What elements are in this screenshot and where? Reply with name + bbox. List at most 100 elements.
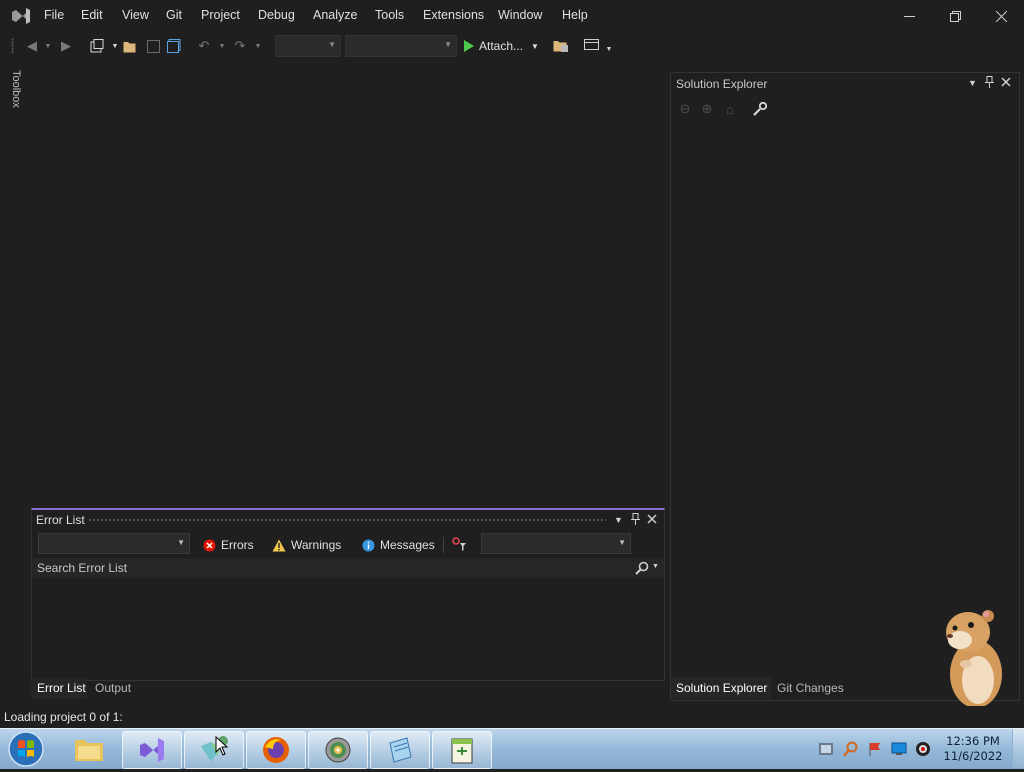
error-list-title: Error List (36, 513, 85, 527)
tab-solution-explorer[interactable]: Solution Explorer (671, 677, 771, 699)
hamster-pet-image[interactable] (940, 606, 1006, 710)
build-filter-icon[interactable] (451, 536, 467, 555)
search-options-icon[interactable]: ▼ (652, 563, 659, 570)
redo-dropdown-icon[interactable]: ▼ (250, 38, 266, 54)
restore-button[interactable] (932, 0, 978, 32)
tab-output[interactable]: Output (95, 681, 131, 695)
back-icon[interactable]: ◀ (24, 38, 40, 54)
solution-platform-dropdown[interactable]: ▼ (345, 35, 457, 57)
toolbox-tab[interactable]: Toolbox (6, 70, 22, 116)
search-placeholder: Search Error List (37, 561, 128, 575)
error-list-search-box[interactable]: Search Error List ▼ (32, 558, 664, 578)
close-pane-icon[interactable] (1001, 76, 1011, 90)
redo-icon[interactable]: ↷ (232, 38, 248, 54)
build-intellisense-dropdown[interactable]: ▼ (481, 533, 631, 554)
windows-start-orb-icon (8, 731, 44, 767)
tray-flag-icon[interactable] (867, 741, 883, 757)
pin-icon[interactable] (985, 76, 994, 91)
minimize-icon (903, 15, 915, 17)
new-dropdown-icon[interactable]: ▼ (107, 38, 123, 54)
close-pane-icon[interactable] (647, 513, 657, 527)
toolbar-overflow-icon[interactable]: ▼ (601, 41, 617, 57)
menu-extensions[interactable]: Extensions (423, 8, 484, 22)
scope-dropdown[interactable]: ▼ (38, 533, 190, 554)
info-icon (362, 539, 375, 551)
notepad-plus-icon (451, 738, 473, 764)
open-folder-icon[interactable] (122, 38, 138, 54)
save-icon[interactable] (145, 38, 161, 54)
menu-edit[interactable]: Edit (81, 8, 103, 22)
tab-git-changes[interactable]: Git Changes (777, 681, 844, 695)
menu-project[interactable]: Project (201, 8, 240, 22)
clock-time: 12:36 PM (946, 734, 1000, 748)
tray-network-icon[interactable] (818, 741, 834, 757)
pin-icon[interactable] (631, 513, 640, 528)
chevron-down-icon: ▼ (328, 40, 336, 49)
tab-error-list-label: Error List (37, 681, 86, 695)
menu-window[interactable]: Window (498, 8, 542, 22)
menu-tools[interactable]: Tools (375, 8, 404, 22)
mouse-cursor-icon (215, 736, 229, 756)
forward-icon[interactable]: ⊕ (699, 101, 715, 117)
taskbar-notepad[interactable] (370, 731, 430, 769)
start-button[interactable] (6, 729, 46, 769)
pane-options-icon[interactable]: ▼ (614, 515, 623, 525)
chevron-down-icon: ▼ (618, 538, 626, 547)
new-project-icon[interactable] (89, 38, 105, 54)
back-icon[interactable]: ⊖ (677, 101, 693, 117)
undo-icon[interactable]: ↶ (196, 38, 212, 54)
show-desktop-button[interactable] (1012, 729, 1024, 768)
layout-icon[interactable] (583, 38, 599, 54)
cd-dvd-icon (325, 737, 351, 763)
taskbar-visual-studio[interactable] (122, 731, 182, 769)
menu-debug[interactable]: Debug (258, 8, 295, 22)
browse-folder-icon[interactable] (553, 38, 569, 54)
pane-options-icon[interactable]: ▼ (968, 78, 977, 88)
menu-analyze[interactable]: Analyze (313, 8, 357, 22)
pane-grip[interactable] (88, 518, 606, 523)
chevron-down-icon: ▼ (444, 40, 452, 49)
tray-search-icon[interactable] (843, 741, 859, 757)
solution-explorer-title: Solution Explorer (676, 77, 768, 91)
restore-icon (949, 10, 961, 22)
taskbar-notepad-plus[interactable] (432, 731, 492, 769)
taskbar-clock[interactable]: 12:36 PM 11/6/2022 (940, 734, 1006, 764)
messages-filter-button[interactable]: Messages (362, 534, 435, 556)
undo-dropdown-icon[interactable]: ▼ (214, 38, 230, 54)
home-icon[interactable]: ⌂ (722, 101, 738, 117)
close-window-button[interactable] (978, 0, 1024, 32)
messages-label: Messages (380, 538, 435, 552)
warnings-filter-button[interactable]: Warnings (272, 534, 341, 556)
status-text: Loading project 0 of 1: (4, 710, 123, 724)
save-all-icon[interactable] (166, 38, 182, 54)
play-icon (464, 40, 474, 52)
solution-configuration-dropdown[interactable]: ▼ (275, 35, 341, 57)
errors-filter-button[interactable]: Errors (203, 534, 254, 556)
attach-dropdown-icon[interactable]: ▼ (531, 42, 539, 51)
menu-git[interactable]: Git (166, 8, 182, 22)
toolbar-grip[interactable] (11, 38, 14, 54)
taskbar-installer[interactable] (184, 731, 244, 769)
tab-error-list[interactable]: Error List (31, 678, 87, 699)
back-dropdown-icon[interactable]: ▼ (40, 38, 56, 54)
file-explorer-icon (75, 740, 103, 761)
toolbar-separator (443, 537, 444, 553)
tray-record-icon[interactable] (915, 741, 931, 757)
visual-studio-icon (140, 738, 164, 762)
menu-file[interactable]: File (44, 8, 64, 22)
menu-view[interactable]: View (122, 8, 149, 22)
taskbar-firefox[interactable] (246, 731, 306, 769)
menu-help[interactable]: Help (562, 8, 588, 22)
clock-date: 11/6/2022 (943, 749, 1003, 763)
minimize-button[interactable] (886, 0, 932, 32)
visual-studio-logo-icon (12, 8, 30, 24)
properties-wrench-icon[interactable] (752, 101, 768, 117)
taskbar-cd-dvd[interactable] (308, 731, 368, 769)
toolbox-label: Toolbox (10, 70, 22, 108)
tray-display-icon[interactable] (891, 741, 907, 757)
attach-button[interactable]: Attach... ▼ (463, 38, 539, 54)
taskbar-file-explorer[interactable] (60, 731, 118, 767)
status-bar: Loading project 0 of 1: (0, 706, 1024, 728)
forward-icon[interactable]: ▶ (58, 38, 74, 54)
search-icon[interactable] (635, 561, 649, 578)
